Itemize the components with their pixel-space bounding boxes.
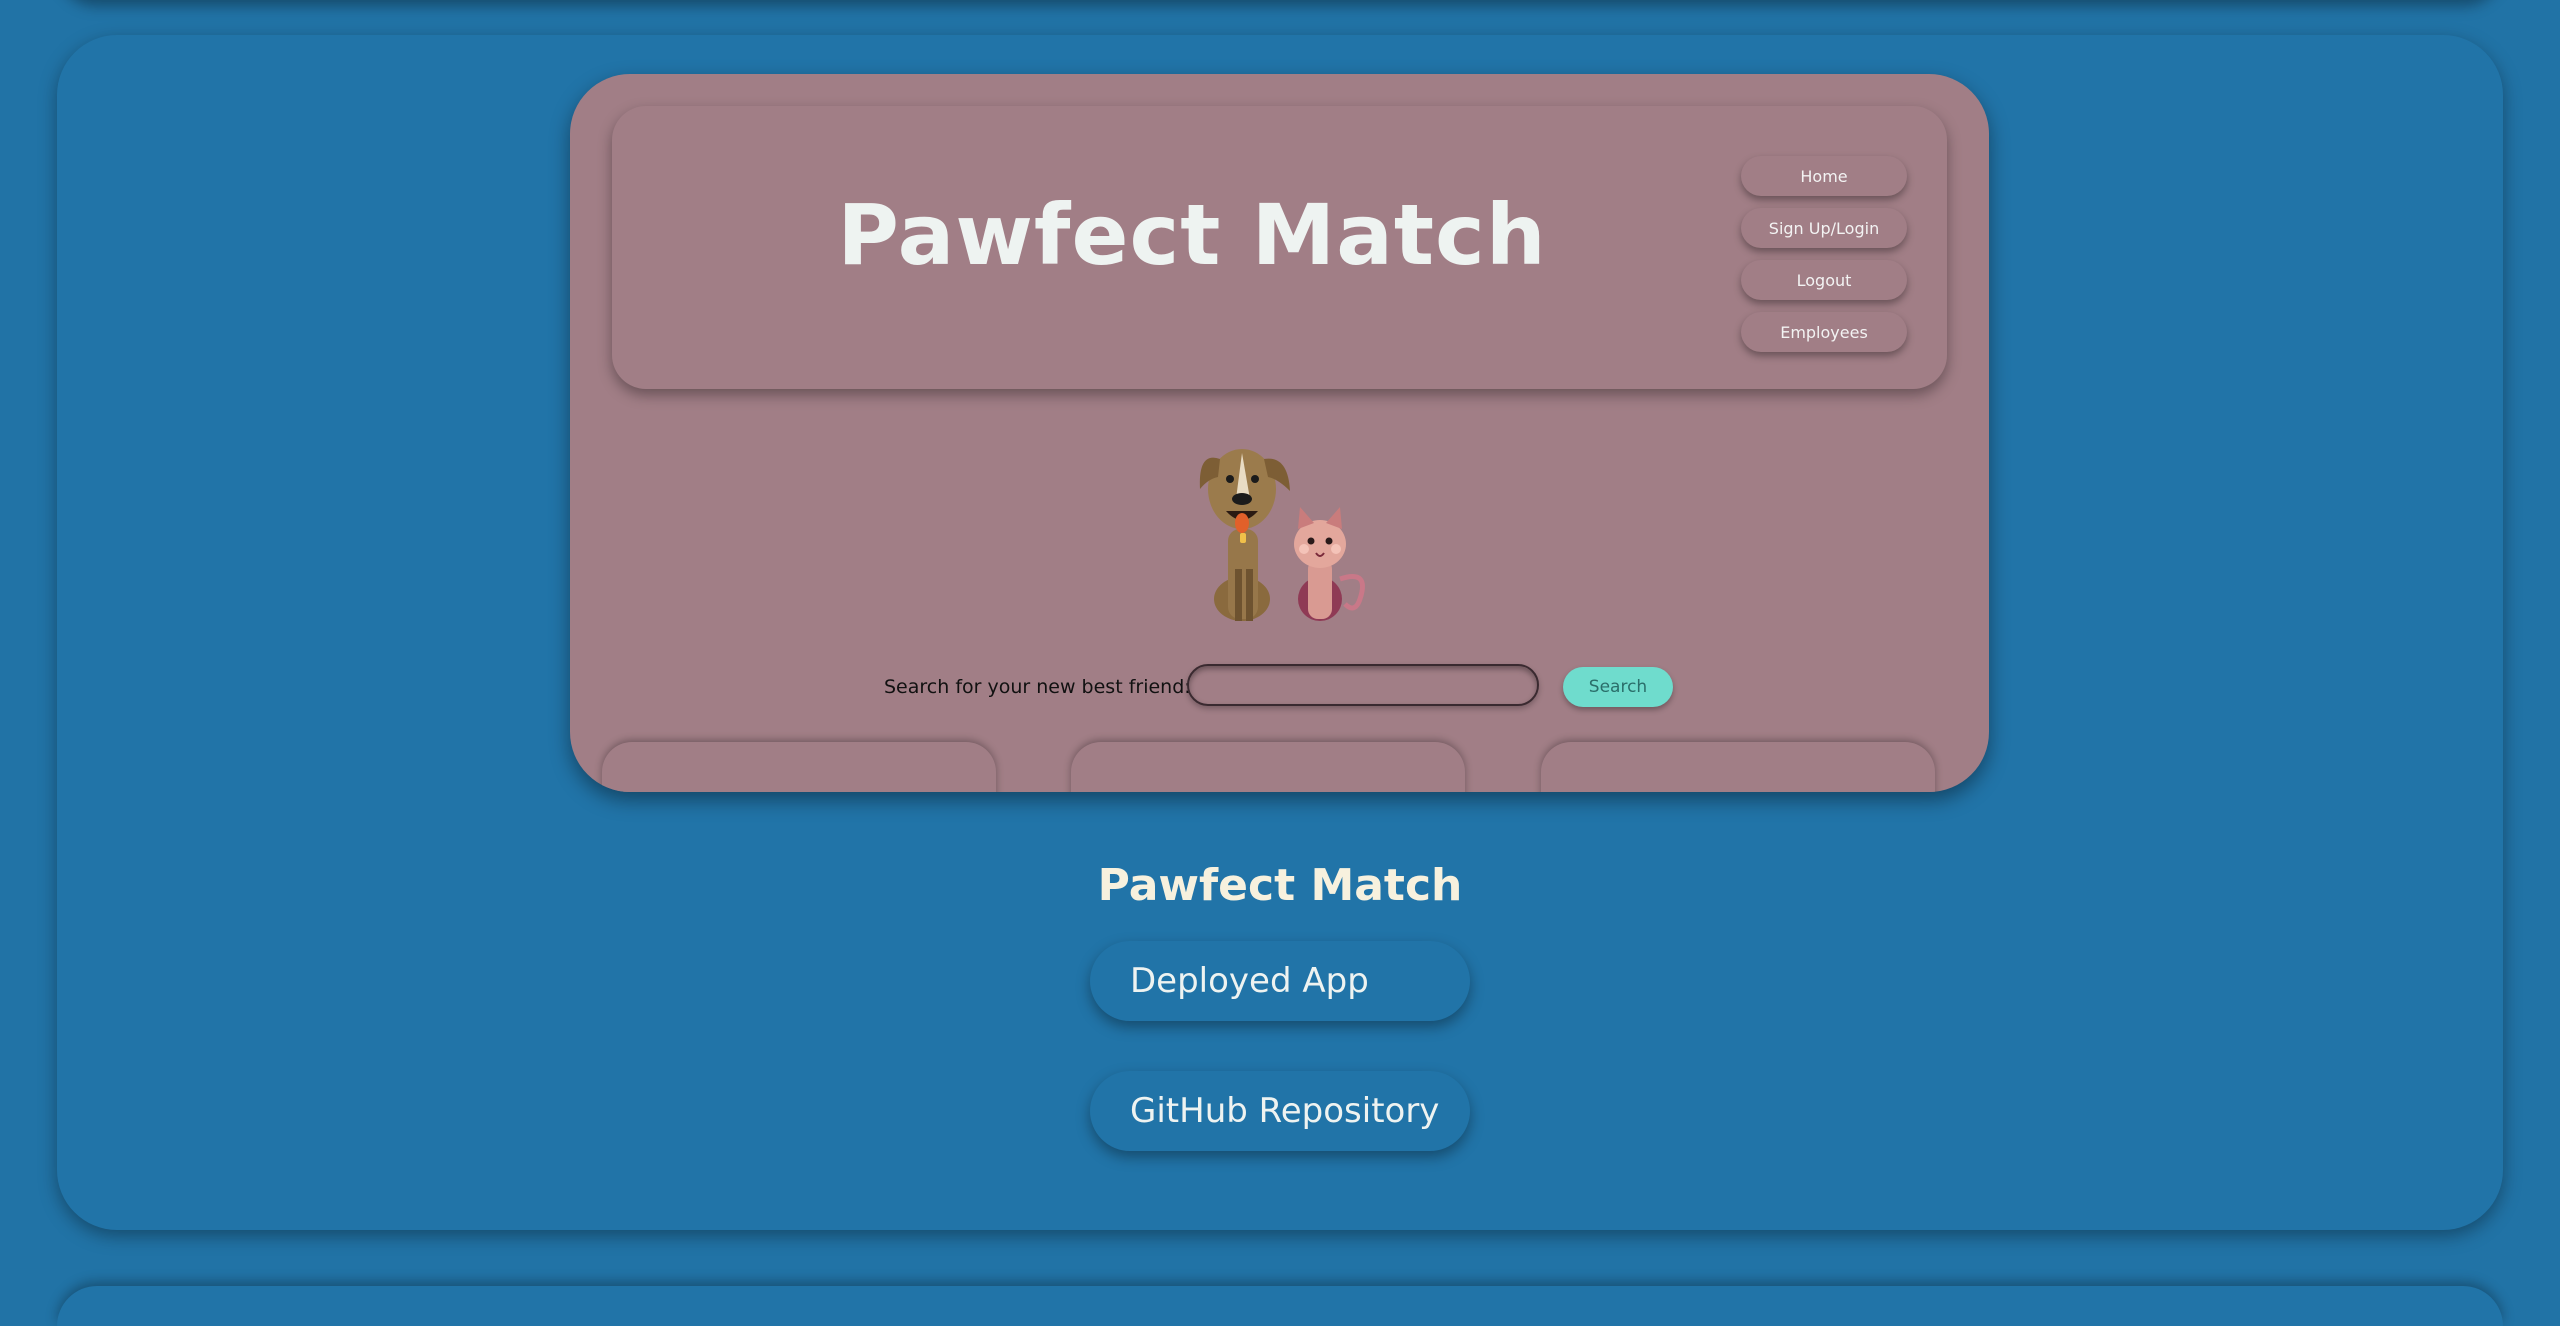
pet-result-card[interactable] [602,742,996,792]
search-button[interactable]: Search [1563,667,1673,707]
cat-icon [1294,507,1365,621]
dog-and-cat-illustration [1199,449,1365,621]
nav-employees-button[interactable]: Employees [1741,312,1907,352]
pet-result-card[interactable] [1541,742,1935,792]
nav-logout-button[interactable]: Logout [1741,260,1907,300]
next-project-card [57,1286,2503,1326]
github-repository-button[interactable]: GitHub Repository [1090,1071,1470,1151]
site-nav: Home Sign Up/Login Logout Employees [1741,156,1907,364]
site-header: Pawfect Match Home Sign Up/Login Logout … [612,106,1947,389]
project-title: Pawfect Match [1097,860,1463,911]
nav-home-button[interactable]: Home [1741,156,1907,196]
project-preview-screenshot: Pawfect Match Home Sign Up/Login Logout … [570,74,1989,792]
deployed-app-button[interactable]: Deployed App [1090,941,1470,1021]
pet-result-card[interactable] [1071,742,1465,792]
dog-icon [1199,449,1290,621]
search-input[interactable] [1187,664,1539,706]
search-bar: Search for your new best friend: Search [570,662,1989,712]
nav-signup-login-button[interactable]: Sign Up/Login [1741,208,1907,248]
search-label: Search for your new best friend: [884,676,1191,698]
site-title: Pawfect Match [837,186,1547,284]
